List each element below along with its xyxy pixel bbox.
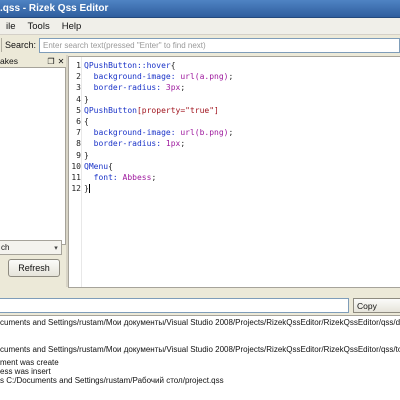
code-text: } [84,94,89,105]
code-line: 4} [69,94,399,105]
code-token-brace: { [84,117,89,126]
refresh-button[interactable]: Refresh [8,259,60,277]
dock-title: akes [0,56,18,66]
code-line: 5 QPushButton[property="true"] [69,105,399,116]
line-number: 3 [76,83,81,93]
line-number: 11 [71,173,81,182]
output-log: cuments and Settings/rustam/Мои документ… [0,315,400,400]
log-line: cuments and Settings/rustam/Мои документ… [0,345,400,354]
menu-file[interactable]: ile [0,21,22,32]
text-cursor [88,184,90,194]
code-token-val: 3px [165,83,181,93]
code-line: 9} [69,150,399,161]
code-line: 1 QPushButton::hover{ [69,60,399,71]
chevron-down-icon[interactable]: ▾ [51,244,61,252]
code-token-brace: ; [228,128,234,138]
menu-help[interactable]: Help [56,21,88,32]
code-token-prop: border-radius: [84,83,166,93]
code-text: } [84,150,89,161]
dock-header: akes ❐ ✕ [0,55,66,67]
code-token-brace: { [108,161,113,171]
window-title: .qss - Rizek Qss Editor [0,3,109,14]
code-text: } [84,183,90,194]
code-token-val: 1px [165,139,181,149]
code-text: QPushButton::hover{ [84,60,176,71]
line-number: 2 [76,72,81,82]
search-input[interactable] [39,37,400,53]
code-line: 3 border-radius: 3px; [69,82,399,93]
code-line: 7 background-image: url(b.png); [69,127,399,138]
code-line: 2 background-image: url(a.png); [69,71,399,82]
code-token-prop: border-radius: [84,139,166,149]
title-bar: .qss - Rizek Qss Editor [0,0,400,18]
toolbar-separator [1,38,2,52]
line-number: 4 [76,94,81,104]
line-number: 8 [76,139,81,149]
code-token-brace: ; [151,173,157,182]
log-line: ment was create [0,358,59,367]
line-number: 10 [71,161,81,171]
code-text: QPushButton[property="true"] [84,105,219,116]
close-icon[interactable]: ✕ [56,57,66,66]
menu-tools[interactable]: Tools [22,21,56,32]
code-token-brace: } [84,94,89,104]
code-editor[interactable]: 1 QPushButton::hover{2 background-image: … [68,56,400,288]
combo-value: ch [1,243,10,252]
line-number: 1 [76,61,81,70]
code-line: 11 font: Abbess; [69,172,399,183]
search-label: Search: [4,40,37,50]
code-token-brace: ; [180,83,186,93]
code-text: border-radius: 3px; [84,82,186,93]
log-line: s C:/Documents and Settings/rustam/Рабоч… [0,376,224,385]
copy-button[interactable]: Copy [353,298,400,313]
code-token-prop: background-image: [84,128,181,138]
code-token-prop: font: [84,173,123,182]
code-token-brace: ; [228,72,234,82]
snippet-combo[interactable]: ch ▾ [0,240,62,255]
line-number: 12 [71,184,81,194]
line-number: 5 [76,105,81,115]
float-icon[interactable]: ❐ [46,57,56,66]
command-input[interactable] [0,298,349,313]
code-token-prop: background-image: [84,72,181,82]
code-token-sel: QPushButton::hover [84,61,171,70]
code-token-val: url(b.png) [180,128,229,138]
code-line: 12} [69,183,399,194]
snippet-list[interactable] [0,67,66,245]
code-line: 10 QMenu{ [69,161,399,172]
line-number: 9 [76,150,81,160]
log-line: ess was insert [0,367,51,376]
code-token-attr: [property="true"] [136,105,219,115]
snippets-dock-panel: akes ❐ ✕ ch ▾ Refresh [0,55,66,281]
menu-bar: ile Tools Help [0,18,400,35]
code-text: font: Abbess; [84,172,157,183]
code-line: 6{ [69,116,399,127]
code-token-brace: ; [180,139,186,149]
code-text: { [84,116,89,127]
code-line: 8 border-radius: 1px; [69,138,399,149]
search-toolbar: Search: [0,36,400,54]
code-text: border-radius: 1px; [84,138,186,149]
code-token-sel: QPushButton [84,105,137,115]
code-text: background-image: url(a.png); [84,71,234,82]
horizontal-splitter[interactable] [0,288,400,294]
code-token-val: url(a.png) [180,72,229,82]
code-token-brace: } [84,150,89,160]
line-number: 7 [76,128,81,138]
code-token-brace: { [170,61,176,70]
code-text: QMenu{ [84,161,113,172]
code-text: background-image: url(b.png); [84,127,234,138]
log-line: cuments and Settings/rustam/Мои документ… [0,318,400,327]
line-number: 6 [76,117,81,126]
code-token-val: Abbess [122,173,152,182]
code-token-sel: QMenu [84,161,109,171]
